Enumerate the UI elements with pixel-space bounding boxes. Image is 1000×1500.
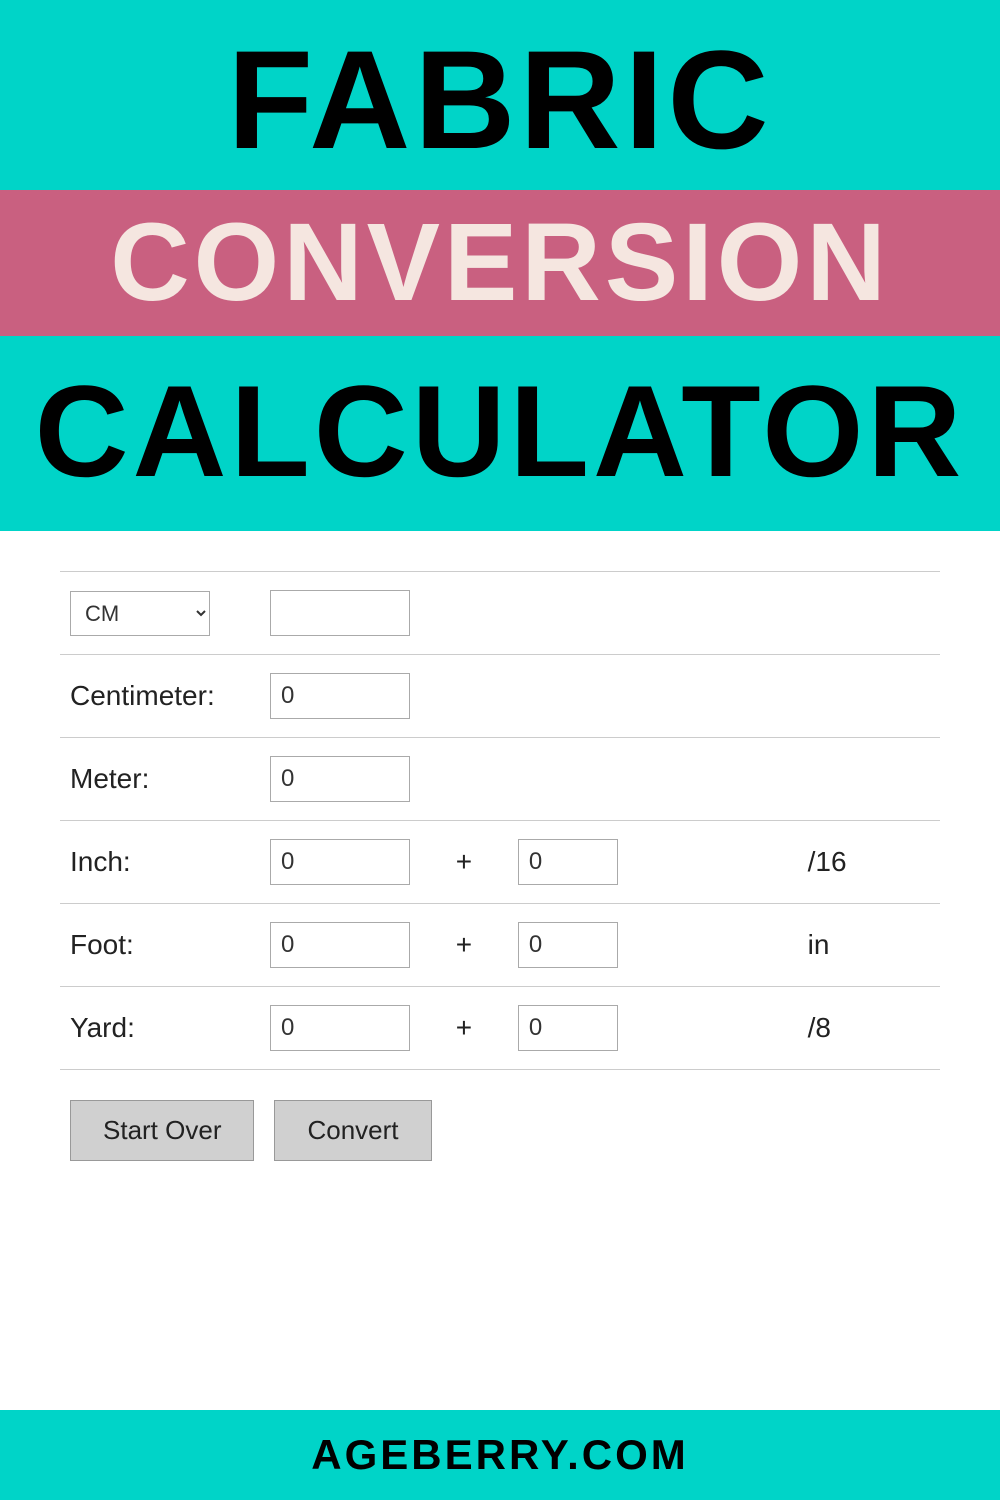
header: FABRIC CONVERSION CALCULATOR bbox=[0, 0, 1000, 531]
inch-label: Inch: bbox=[60, 821, 260, 904]
footer: AGEBERRY.COM bbox=[0, 1410, 1000, 1500]
yard-input-cell bbox=[260, 987, 420, 1070]
foot-label: Foot: bbox=[60, 904, 260, 987]
page-wrapper: FABRIC CONVERSION CALCULATOR CM IN M FT … bbox=[0, 0, 1000, 1500]
foot-plus: + bbox=[420, 904, 508, 987]
unit-select-cell: CM IN M FT YD bbox=[60, 572, 260, 655]
yard-fraction-input[interactable] bbox=[518, 1005, 618, 1051]
inch-input-cell bbox=[260, 821, 420, 904]
yard-input[interactable] bbox=[270, 1005, 410, 1051]
centimeter-input-cell bbox=[260, 655, 420, 738]
unit-row: CM IN M FT YD bbox=[60, 572, 940, 655]
inch-unit: /16 bbox=[798, 821, 940, 904]
inch-row: Inch: + /16 bbox=[60, 821, 940, 904]
title-conversion-bar: CONVERSION bbox=[0, 190, 1000, 336]
title-fabric: FABRIC bbox=[227, 0, 772, 180]
meter-input[interactable] bbox=[270, 756, 410, 802]
inch-plus: + bbox=[420, 821, 508, 904]
yard-row: Yard: + /8 bbox=[60, 987, 940, 1070]
title-conversion: CONVERSION bbox=[0, 208, 1000, 318]
centimeter-row: Centimeter: bbox=[60, 655, 940, 738]
yard-fraction-cell bbox=[508, 987, 798, 1070]
calc-table: CM IN M FT YD Centimeter: bbox=[60, 571, 940, 1070]
title-calculator: CALCULATOR bbox=[35, 346, 966, 531]
foot-fraction-cell bbox=[508, 904, 798, 987]
yard-label: Yard: bbox=[60, 987, 260, 1070]
calculator-section: CM IN M FT YD Centimeter: bbox=[0, 531, 1000, 1410]
meter-label: Meter: bbox=[60, 738, 260, 821]
meter-input-cell bbox=[260, 738, 420, 821]
foot-row: Foot: + in bbox=[60, 904, 940, 987]
inch-input[interactable] bbox=[270, 839, 410, 885]
meter-row: Meter: bbox=[60, 738, 940, 821]
inch-fraction-input[interactable] bbox=[518, 839, 618, 885]
foot-unit: in bbox=[798, 904, 940, 987]
footer-brand: AGEBERRY.COM bbox=[311, 1431, 688, 1479]
buttons-row: Start Over Convert bbox=[70, 1100, 432, 1161]
start-over-button[interactable]: Start Over bbox=[70, 1100, 254, 1161]
centimeter-input[interactable] bbox=[270, 673, 410, 719]
main-input-cell bbox=[260, 572, 420, 655]
unit-select[interactable]: CM IN M FT YD bbox=[70, 591, 210, 636]
main-input[interactable] bbox=[270, 590, 410, 636]
convert-button[interactable]: Convert bbox=[274, 1100, 431, 1161]
yard-plus: + bbox=[420, 987, 508, 1070]
foot-fraction-input[interactable] bbox=[518, 922, 618, 968]
centimeter-label: Centimeter: bbox=[60, 655, 260, 738]
foot-input[interactable] bbox=[270, 922, 410, 968]
yard-unit: /8 bbox=[798, 987, 940, 1070]
foot-input-cell bbox=[260, 904, 420, 987]
inch-fraction-cell bbox=[508, 821, 798, 904]
